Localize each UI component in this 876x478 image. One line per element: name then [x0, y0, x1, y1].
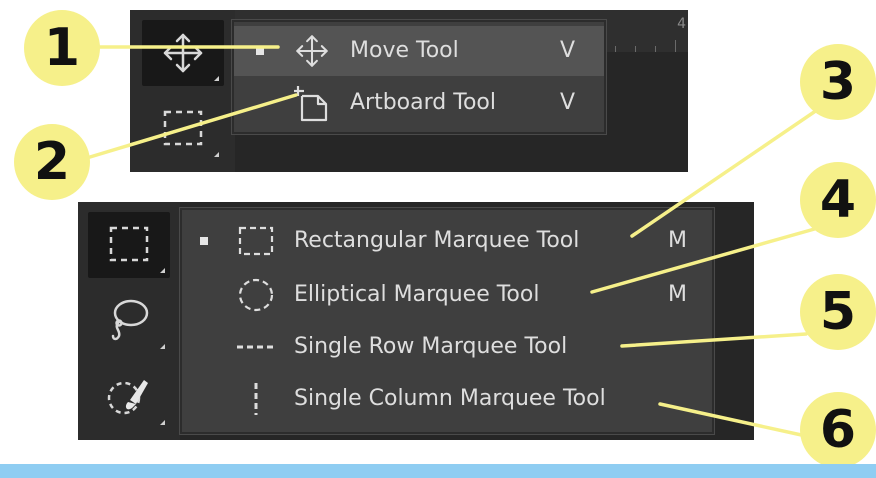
callout-3: 3 — [800, 44, 876, 120]
callout-4: 4 — [800, 162, 876, 238]
callout-6: 6 — [800, 392, 876, 468]
callout-5: 5 — [800, 274, 876, 350]
bottom-band — [0, 464, 876, 478]
callout-2: 2 — [14, 124, 90, 200]
callout-leader-lines — [88, 45, 822, 438]
callout-1: 1 — [24, 10, 100, 86]
